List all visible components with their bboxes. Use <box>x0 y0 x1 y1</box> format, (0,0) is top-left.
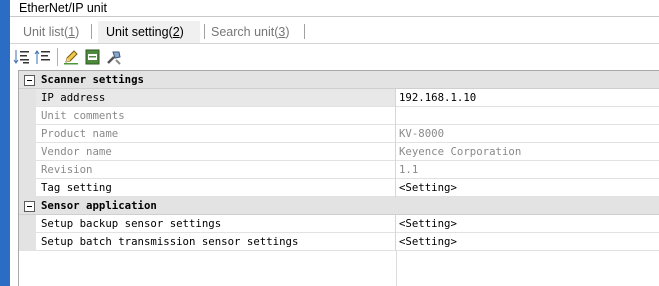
section-sensor-application[interactable]: Sensor application <box>19 197 659 215</box>
section-scanner-settings[interactable]: Scanner settings <box>19 71 659 89</box>
property-label: Unit comments <box>41 109 125 122</box>
tab-search-unit[interactable]: Search unit(3) <box>211 21 293 43</box>
property-row-unit-comments[interactable]: Unit comments <box>19 107 659 125</box>
edit-pencil-icon <box>64 50 78 65</box>
row-gutter <box>19 233 36 251</box>
property-row-vendor-name: Vendor name Keyence Corporation <box>19 143 659 161</box>
column-divider <box>395 125 396 143</box>
expand-all-button[interactable] <box>34 48 52 66</box>
tab-label: Unit setting <box>106 25 169 39</box>
row-gutter <box>19 161 36 179</box>
tab-hotkey: 2 <box>172 25 180 39</box>
property-row-tag-setting[interactable]: Tag setting <Setting> <box>19 179 659 197</box>
tab-divider <box>204 24 205 39</box>
collapse-all-button[interactable] <box>13 48 31 66</box>
property-grid: Scanner settings IP address 192.168.1.10… <box>18 70 659 286</box>
row-gutter <box>19 125 36 143</box>
property-label: Product name <box>41 127 119 140</box>
row-gutter <box>19 215 36 233</box>
property-value: 1.1 <box>399 163 419 176</box>
tools-icon <box>107 51 121 65</box>
tab-hotkey-close: ) <box>285 25 290 39</box>
property-row-setup-batch-transmission[interactable]: Setup batch transmission sensor settings… <box>19 233 659 251</box>
row-gutter <box>19 179 36 197</box>
column-divider <box>395 107 396 125</box>
property-label: Tag setting <box>41 181 112 194</box>
window-title: EtherNet/IP unit <box>10 0 659 17</box>
edit-button[interactable] <box>62 48 80 66</box>
property-label: Revision <box>41 163 93 176</box>
row-gutter <box>19 89 36 107</box>
property-value[interactable]: 192.168.1.10 <box>399 89 476 107</box>
window-left-edge <box>0 0 10 286</box>
column-divider <box>395 143 396 161</box>
property-value: Keyence Corporation <box>399 145 522 158</box>
tab-label: Search unit <box>211 25 275 39</box>
section-title: Sensor application <box>41 199 157 212</box>
column-divider <box>395 89 396 107</box>
row-gutter <box>19 143 36 161</box>
column-divider <box>395 233 396 251</box>
property-label: Setup batch transmission sensor settings <box>41 235 299 248</box>
setting-link[interactable]: <Setting> <box>399 233 457 251</box>
property-row-setup-backup-sensor[interactable]: Setup backup sensor settings <Setting> <box>19 215 659 233</box>
property-label: IP address <box>41 91 106 104</box>
tab-hotkey-close: ) <box>179 25 184 39</box>
property-label: Vendor name <box>41 145 112 158</box>
property-row-ip-address[interactable]: IP address 192.168.1.10 <box>19 89 659 107</box>
property-value: KV-8000 <box>399 127 445 140</box>
setting-link[interactable]: <Setting> <box>399 179 457 197</box>
column-divider <box>395 179 396 197</box>
property-row-revision: Revision 1.1 <box>19 161 659 179</box>
tab-unit-list[interactable]: Unit list(1) <box>23 21 83 43</box>
toolbar <box>10 45 659 69</box>
toolbar-divider <box>57 48 58 66</box>
tab-label: Unit list <box>23 25 64 39</box>
property-label: Setup backup sensor settings <box>41 217 222 230</box>
row-gutter <box>19 107 36 125</box>
expand-all-icon <box>34 50 50 64</box>
column-divider <box>395 161 396 179</box>
tab-hotkey-close: ) <box>75 25 80 39</box>
collapse-minus-icon[interactable] <box>24 201 35 212</box>
eds-button[interactable] <box>84 48 102 66</box>
collapse-minus-icon[interactable] <box>24 75 35 86</box>
property-row-product-name: Product name KV-8000 <box>19 125 659 143</box>
section-title: Scanner settings <box>41 73 144 86</box>
eds-file-icon <box>85 49 100 65</box>
tab-bar: Unit list(1) Unit setting(2) Search unit… <box>10 18 659 44</box>
column-divider-empty-area <box>396 251 397 286</box>
collapse-all-icon <box>13 50 29 64</box>
column-divider <box>395 215 396 233</box>
setting-link[interactable]: <Setting> <box>399 215 457 233</box>
tab-unit-setting[interactable]: Unit setting(2) <box>98 21 200 43</box>
tab-divider <box>91 24 92 39</box>
tab-divider <box>304 24 305 39</box>
tools-button[interactable] <box>105 48 123 66</box>
